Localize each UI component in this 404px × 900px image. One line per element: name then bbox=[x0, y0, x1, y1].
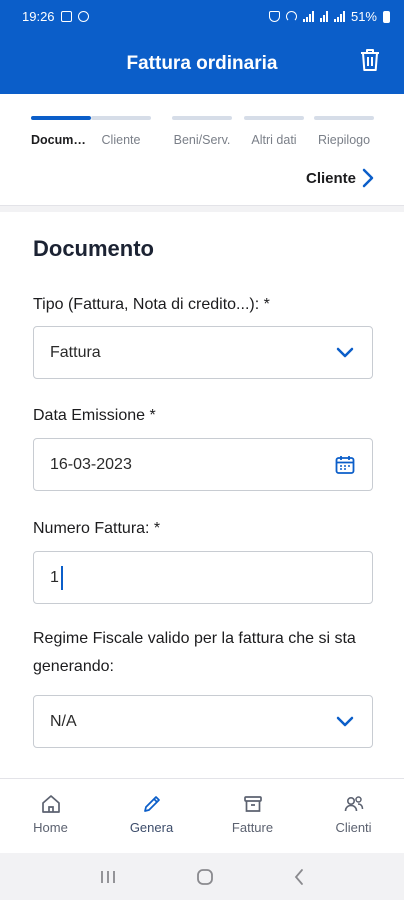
system-nav-bar bbox=[0, 853, 404, 900]
nav-label: Fatture bbox=[231, 820, 274, 835]
tipo-value: Fattura bbox=[50, 343, 101, 361]
step-riepilogo[interactable]: Riepilogo bbox=[314, 116, 374, 147]
step-bar bbox=[244, 116, 304, 120]
step-label: Documento bbox=[31, 133, 91, 147]
page-title: Fattura ordinaria bbox=[126, 52, 278, 74]
step-bar bbox=[31, 116, 91, 120]
archive-icon bbox=[243, 796, 262, 812]
calendar-icon[interactable] bbox=[334, 454, 356, 476]
data-emissione-value: 16-03-2023 bbox=[50, 455, 132, 473]
step-label: Cliente bbox=[101, 133, 141, 147]
battery-icon bbox=[383, 10, 390, 23]
status-time: 19:26 bbox=[22, 9, 55, 24]
step-bar bbox=[314, 116, 374, 120]
data-emissione-field[interactable]: 16-03-2023 bbox=[33, 438, 373, 491]
nav-clienti[interactable]: Clienti bbox=[303, 779, 404, 853]
next-step-button[interactable]: Cliente bbox=[306, 168, 374, 188]
regime-label: Regime Fiscale valido per la fattura che… bbox=[33, 630, 356, 675]
signal-2-icon bbox=[333, 11, 345, 22]
nav-label: Genera bbox=[129, 820, 174, 835]
nav-label: Clienti bbox=[335, 820, 372, 835]
text-cursor bbox=[60, 565, 63, 590]
step-beni-serv[interactable]: Beni/Serv. bbox=[172, 116, 232, 147]
recent-apps-icon[interactable] bbox=[99, 869, 117, 885]
nav-fatture[interactable]: Fatture bbox=[202, 779, 303, 853]
step-label: Beni/Serv. bbox=[173, 133, 231, 147]
app-bar: Fattura ordinaria bbox=[0, 33, 404, 94]
stepper: Documento Cliente Beni/Serv. Altri dati … bbox=[0, 94, 404, 206]
status-bar: 19:26 51% bbox=[0, 0, 404, 33]
step-label: Riepilogo bbox=[317, 133, 371, 147]
step-label: Altri dati bbox=[251, 133, 297, 147]
chevron-down-icon bbox=[336, 347, 354, 357]
signal-icon bbox=[302, 11, 314, 22]
nav-home[interactable]: Home bbox=[0, 779, 101, 853]
hotspot-icon bbox=[285, 11, 297, 22]
data-emissione-label: Data Emissione * bbox=[33, 407, 156, 424]
bottom-nav: Home Genera Fatture Clienti bbox=[0, 778, 404, 853]
tipo-select[interactable]: Fattura bbox=[33, 326, 373, 379]
numero-fattura-input[interactable]: 1 bbox=[33, 551, 373, 604]
numero-value: 1 bbox=[50, 568, 59, 586]
tipo-label: Tipo (Fattura, Nota di credito...): * bbox=[33, 296, 270, 313]
home-button-icon[interactable] bbox=[196, 868, 214, 886]
back-icon[interactable] bbox=[293, 868, 305, 886]
home-icon bbox=[41, 795, 60, 813]
pencil-icon bbox=[143, 796, 160, 812]
app-notification-icon bbox=[77, 11, 89, 22]
step-altri-dati[interactable]: Altri dati bbox=[244, 116, 304, 147]
step-cliente[interactable]: Cliente bbox=[91, 116, 151, 147]
next-step-label: Cliente bbox=[305, 169, 356, 187]
chevron-right-icon bbox=[362, 168, 374, 188]
chevron-down-icon bbox=[336, 716, 354, 726]
users-icon bbox=[344, 796, 363, 812]
trash-icon[interactable] bbox=[358, 47, 382, 73]
step-bar bbox=[172, 116, 232, 120]
regime-select[interactable]: N/A bbox=[33, 695, 373, 748]
nav-label: Home bbox=[33, 820, 68, 835]
regime-value: N/A bbox=[50, 712, 77, 730]
wifi-icon bbox=[319, 11, 328, 22]
numero-label: Numero Fattura: * bbox=[33, 520, 161, 537]
mute-icon bbox=[268, 11, 280, 22]
step-documento[interactable]: Documento bbox=[31, 116, 91, 147]
battery-level: 51% bbox=[350, 9, 377, 24]
section-title: Documento bbox=[33, 236, 154, 261]
step-bar bbox=[91, 116, 151, 120]
document-form: Documento Tipo (Fattura, Nota di credito… bbox=[0, 212, 404, 778]
nav-genera[interactable]: Genera bbox=[101, 779, 202, 853]
gallery-notification-icon bbox=[60, 11, 72, 22]
